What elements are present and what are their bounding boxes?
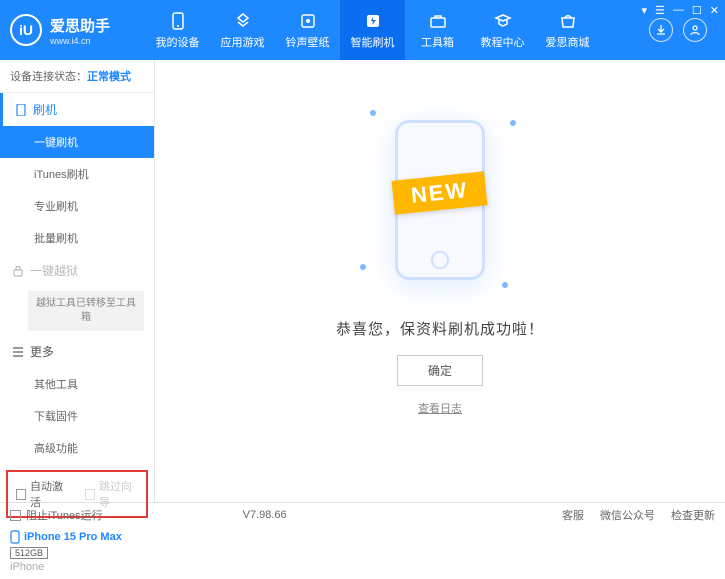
link-update[interactable]: 检查更新 xyxy=(671,507,715,523)
phone-small-icon xyxy=(10,530,20,544)
success-message: 恭喜您，保资料刷机成功啦！ xyxy=(336,318,544,339)
nav-smart-flash[interactable]: 智能刷机 xyxy=(340,0,405,60)
nav-my-device[interactable]: 我的设备 xyxy=(145,0,210,60)
success-illustration: NEW xyxy=(360,100,520,300)
close-icon[interactable]: ✕ xyxy=(710,4,719,17)
jailbreak-note: 越狱工具已转移至工具箱 xyxy=(28,291,144,331)
dropdown-icon[interactable]: ▾ xyxy=(642,4,648,17)
checkbox-skip-setup[interactable]: 跳过向导 xyxy=(85,478,138,510)
sidebar-item-other-tools[interactable]: 其他工具 xyxy=(0,368,154,400)
main-content: NEW 恭喜您，保资料刷机成功啦！ 确定 查看日志 xyxy=(155,60,725,502)
menu-icon[interactable]: ☰ xyxy=(655,4,665,17)
sidebar-item-batch-flash[interactable]: 批量刷机 xyxy=(0,222,154,254)
link-support[interactable]: 客服 xyxy=(562,507,584,523)
top-nav: 我的设备 应用游戏 铃声壁纸 智能刷机 工具箱 教程中心 爱思商城 xyxy=(145,0,649,60)
checkbox-icon xyxy=(85,489,95,500)
ringtone-icon xyxy=(298,11,318,31)
view-log-link[interactable]: 查看日志 xyxy=(418,400,462,416)
store-icon xyxy=(558,11,578,31)
device-icon xyxy=(168,11,188,31)
sidebar-item-advanced[interactable]: 高级功能 xyxy=(0,432,154,464)
sidebar: 设备连接状态：正常模式 刷机 一键刷机 iTunes刷机 专业刷机 批量刷机 一… xyxy=(0,60,155,502)
maximize-icon[interactable]: ☐ xyxy=(692,4,702,17)
device-info[interactable]: iPhone 15 Pro Max 512GB iPhone xyxy=(0,524,154,579)
sidebar-item-oneclick-flash[interactable]: 一键刷机 xyxy=(0,126,154,158)
sidebar-item-download-firmware[interactable]: 下载固件 xyxy=(0,400,154,432)
logo-icon: iU xyxy=(10,14,42,46)
tutorial-icon xyxy=(493,11,513,31)
nav-store[interactable]: 爱思商城 xyxy=(535,0,600,60)
connection-status: 设备连接状态：正常模式 xyxy=(0,60,154,93)
checkbox-auto-activate[interactable]: 自动激活 xyxy=(16,478,69,510)
window-controls: ▾ ☰ — ☐ ✕ xyxy=(642,4,720,17)
nav-tutorial[interactable]: 教程中心 xyxy=(470,0,535,60)
phone-icon xyxy=(15,104,27,116)
toolbox-icon xyxy=(428,11,448,31)
app-logo: iU 爱思助手 www.i4.cn xyxy=(10,14,145,46)
nav-ringtone[interactable]: 铃声壁纸 xyxy=(275,0,340,60)
minimize-icon[interactable]: — xyxy=(673,4,684,17)
link-wechat[interactable]: 微信公众号 xyxy=(600,507,655,523)
download-icon[interactable] xyxy=(649,18,673,42)
sidebar-item-itunes-flash[interactable]: iTunes刷机 xyxy=(0,158,154,190)
checkbox-icon xyxy=(16,489,26,500)
flash-icon xyxy=(363,11,383,31)
lock-icon xyxy=(12,265,24,277)
device-type: iPhone xyxy=(10,561,144,573)
nav-toolbox[interactable]: 工具箱 xyxy=(405,0,470,60)
sidebar-group-more[interactable]: 更多 xyxy=(0,335,154,368)
nav-apps[interactable]: 应用游戏 xyxy=(210,0,275,60)
app-name: 爱思助手 xyxy=(50,15,110,36)
sidebar-group-jailbreak: 一键越狱 xyxy=(0,254,154,287)
storage-badge: 512GB xyxy=(10,547,48,559)
apps-icon xyxy=(233,11,253,31)
ok-button[interactable]: 确定 xyxy=(397,355,483,386)
sidebar-item-pro-flash[interactable]: 专业刷机 xyxy=(0,190,154,222)
checkbox-icon[interactable] xyxy=(10,510,21,521)
version-label: V7.98.66 xyxy=(243,509,287,521)
list-icon xyxy=(12,346,24,358)
sidebar-group-flash[interactable]: 刷机 xyxy=(0,93,154,126)
user-icon[interactable] xyxy=(683,18,707,42)
app-url: www.i4.cn xyxy=(50,36,110,46)
block-itunes-label[interactable]: 阻止iTunes运行 xyxy=(26,507,103,523)
